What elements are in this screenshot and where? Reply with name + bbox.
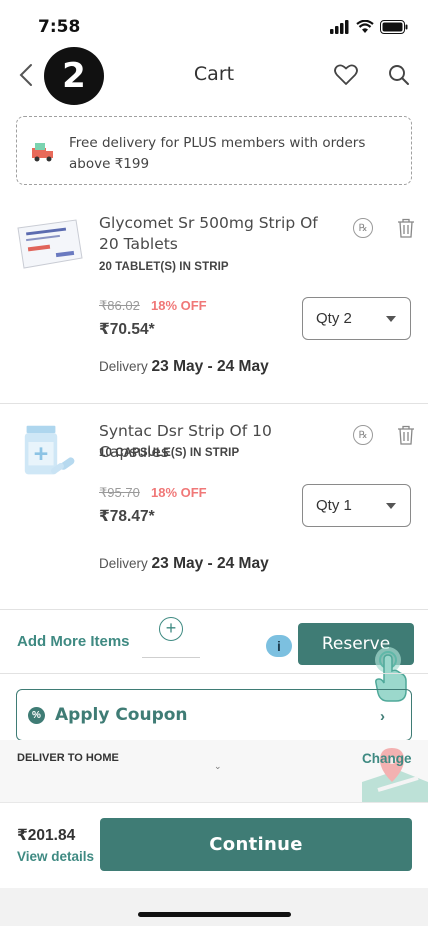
delivery-truck-icon	[32, 143, 53, 162]
quantity-dropdown-2[interactable]: Qty 1	[302, 484, 411, 527]
coupon-percent-icon: %	[28, 707, 45, 724]
wishlist-heart-icon[interactable]	[333, 62, 359, 88]
product-price-2: ₹78.47*	[99, 508, 155, 525]
home-indicator-area	[0, 888, 428, 926]
delivery-estimate-2: Delivery 23 May - 24 May	[99, 555, 269, 573]
status-icons	[330, 20, 408, 34]
product-price-1: ₹70.54*	[99, 321, 155, 338]
rx-required-icon: ℞	[353, 425, 373, 445]
apply-coupon-label[interactable]: Apply Coupon	[55, 705, 188, 725]
dropdown-caret-icon	[386, 503, 396, 509]
change-address-link[interactable]: Change	[362, 751, 412, 766]
delivery-estimate-1: Delivery 23 May - 24 May	[99, 358, 269, 376]
deliver-to-home-title: DELIVER TO HOME	[17, 752, 119, 764]
syntac-product-image[interactable]	[16, 424, 84, 478]
delivery-prefix-1: Delivery	[99, 359, 148, 374]
delivery-prefix-2: Delivery	[99, 556, 148, 571]
delivery-dates-2: 23 May - 24 May	[151, 555, 269, 572]
product-mrp-2: ₹95.70	[99, 485, 140, 500]
add-more-items-link[interactable]: Add More Items	[17, 633, 130, 650]
status-time: 7:58	[38, 17, 81, 37]
item-divider	[0, 609, 428, 610]
rx-required-icon: ℞	[353, 218, 373, 238]
quantity-value-1: Qty 2	[316, 310, 352, 327]
product-mrp-1: ₹86.02	[99, 298, 140, 313]
item-divider	[0, 403, 428, 404]
dropdown-caret-icon	[386, 316, 396, 322]
quantity-value-2: Qty 1	[316, 497, 352, 514]
delete-trash-icon[interactable]	[397, 218, 415, 238]
battery-icon	[380, 20, 408, 34]
chevron-down-icon[interactable]: ⌄	[214, 761, 222, 772]
product-pack-1: 20 TABLET(S) IN STRIP	[99, 261, 229, 273]
search-icon[interactable]	[386, 62, 412, 88]
signal-icon	[330, 20, 349, 34]
info-icon[interactable]: i	[266, 635, 292, 657]
delivery-dates-1: 23 May - 24 May	[151, 358, 269, 375]
home-indicator[interactable]	[138, 912, 291, 917]
chevron-right-icon[interactable]: ›	[380, 708, 385, 725]
glycomet-product-image[interactable]	[16, 218, 84, 272]
discount-label-1: 18% OFF	[151, 298, 207, 313]
page-title: Cart	[193, 63, 235, 85]
add-more-plus-icon[interactable]: +	[159, 617, 183, 641]
cart-total: ₹201.84	[17, 827, 76, 844]
view-details-link[interactable]: View details	[17, 849, 94, 864]
free-delivery-text: Free delivery for PLUS members with orde…	[69, 135, 366, 172]
product-pack-2: 10 CAPSULE(S) IN STRIP	[99, 447, 240, 459]
delete-trash-icon[interactable]	[397, 425, 415, 445]
plus-underline	[142, 657, 200, 658]
continue-button[interactable]: Continue	[100, 818, 412, 871]
quantity-dropdown-1[interactable]: Qty 2	[302, 297, 411, 340]
section-divider	[0, 673, 428, 674]
discount-label-2: 18% OFF	[151, 485, 207, 500]
product-name-1[interactable]: Glycomet Sr 500mg Strip Of 20 Tablets	[99, 213, 339, 255]
wifi-icon	[356, 20, 374, 33]
